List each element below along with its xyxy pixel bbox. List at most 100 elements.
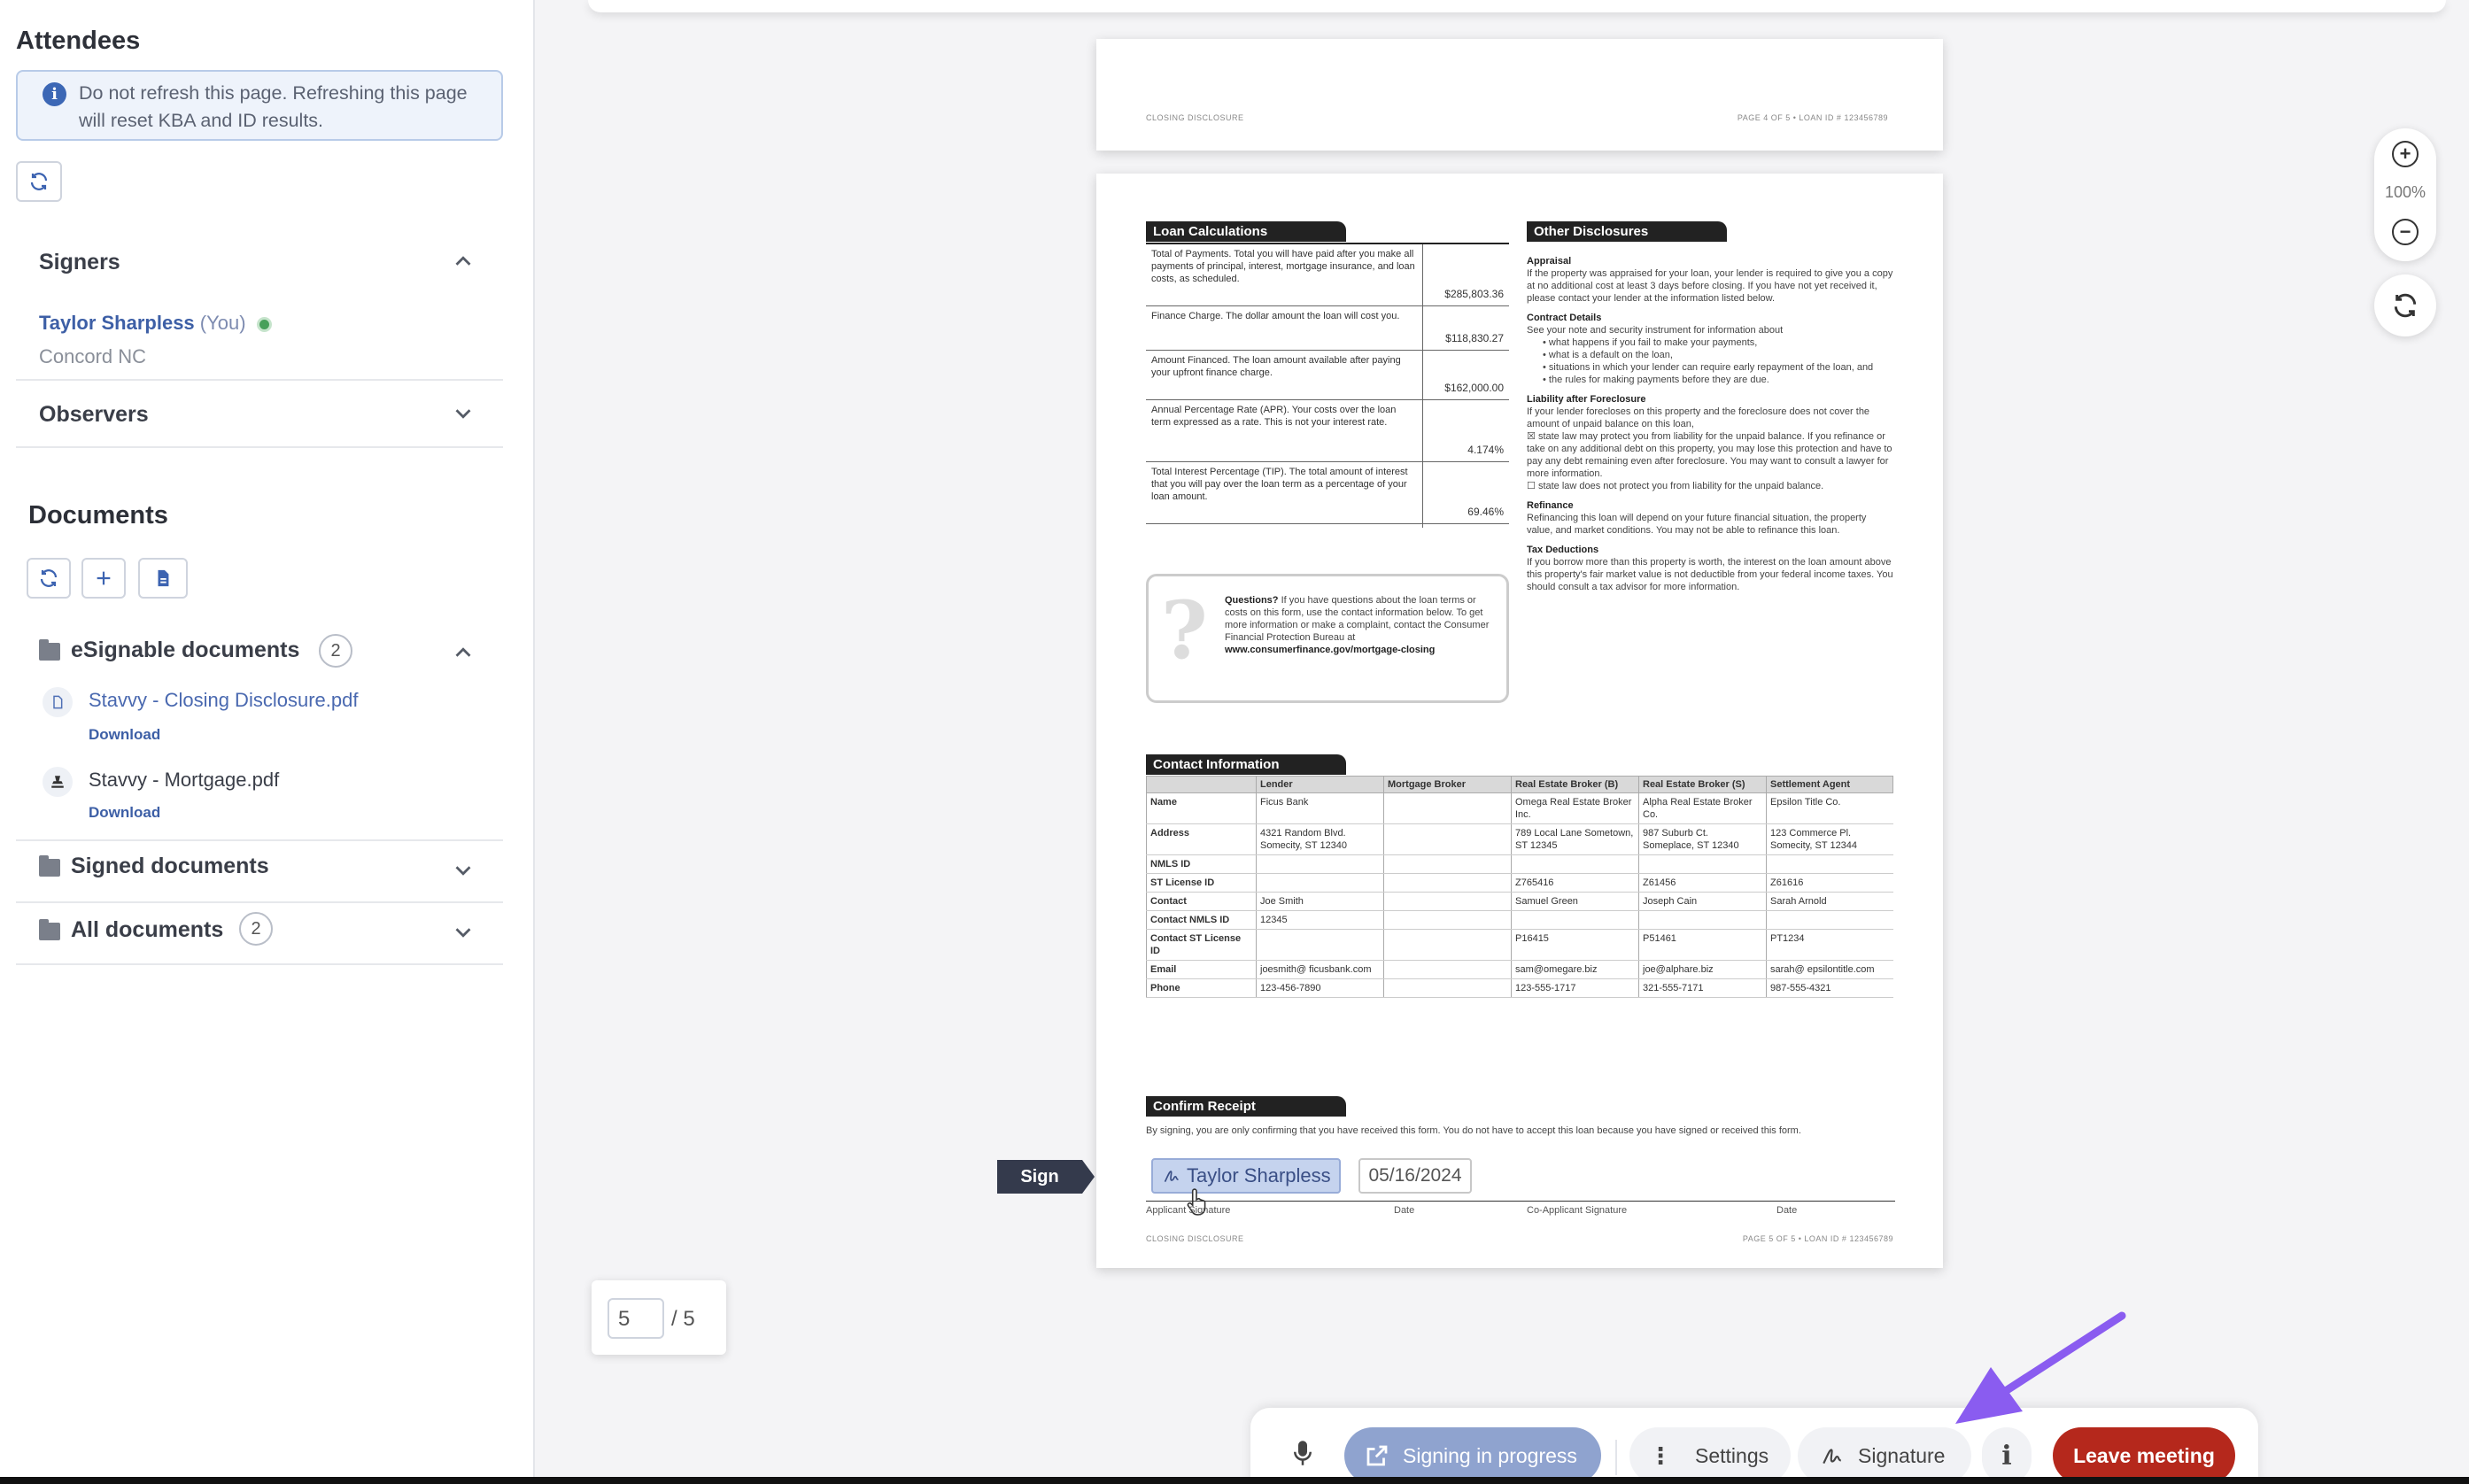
row-label: NMLS ID <box>1146 854 1257 874</box>
settings-button[interactable]: ⋮ Settings <box>1629 1427 1791 1484</box>
table-cell <box>1638 910 1767 930</box>
row-label: ST License ID <box>1146 873 1257 893</box>
rotate-button[interactable] <box>2374 274 2436 336</box>
zoom-controls: + 100% − <box>2374 128 2436 261</box>
add-document-button[interactable] <box>81 558 126 599</box>
table-cell <box>1383 910 1512 930</box>
row-label: Email <box>1146 960 1257 979</box>
table-cell: PT1234 <box>1766 929 1893 961</box>
refresh-attendees-button[interactable] <box>16 161 62 202</box>
page-navigator: 5 / 5 <box>592 1280 726 1355</box>
page-total: / 5 <box>671 1307 695 1331</box>
table-cell: Alpha Real Estate Broker Co. <box>1638 792 1767 824</box>
chevron-up-icon[interactable] <box>450 639 476 666</box>
all-count-badge: 2 <box>239 912 273 946</box>
table-cell: Joe Smith <box>1256 892 1384 911</box>
table-cell: 987 Suburb Ct. Someplace, ST 12340 <box>1638 823 1767 855</box>
table-cell: joe@alphare.biz <box>1638 960 1767 979</box>
loan-calculations-table: Total of Payments. Total you will have p… <box>1146 243 1509 528</box>
signed-document-icon <box>43 767 73 797</box>
refresh-documents-button[interactable] <box>27 558 71 599</box>
table-cell: Z61456 <box>1638 873 1767 893</box>
loan-calculations-heading: Loan Calculations <box>1146 221 1346 242</box>
page-footer-right: PAGE 5 OF 5 • LOAN ID # 123456789 <box>1742 1234 1893 1243</box>
signer-taylor: Taylor Sharpless (You) <box>39 312 272 335</box>
signature-icon <box>1164 1171 1179 1183</box>
document-icon <box>43 687 73 717</box>
signing-status-label: Signing in progress <box>1403 1443 1577 1467</box>
table-row: Phone 123-456-7890 123-555-1717 321-555-717… <box>1146 978 1893 998</box>
sign-here-tag[interactable]: Sign <box>997 1160 1095 1194</box>
download-link[interactable]: Download <box>89 726 160 744</box>
chevron-down-icon[interactable] <box>450 919 476 946</box>
table-cell <box>1256 854 1384 874</box>
table-row: Contact Joe Smith Samuel Green Joseph Cain S… <box>1146 892 1893 911</box>
external-link-icon <box>1366 1445 1388 1466</box>
checked-box-icon: ☒ <box>1527 431 1536 442</box>
date-field[interactable]: 05/16/2024 <box>1358 1158 1472 1194</box>
table-cell <box>1383 792 1512 824</box>
documents-heading: Documents <box>28 501 168 529</box>
document-page-4: CLOSING DISCLOSURE PAGE 4 OF 5 • LOAN ID… <box>1096 39 1943 151</box>
screen-edge <box>0 1477 2469 1484</box>
signing-status-pill[interactable]: Signing in progress <box>1344 1427 1601 1484</box>
microphone-icon[interactable] <box>1293 1440 1312 1466</box>
cfpb-link[interactable]: www.consumerfinance.gov/mortgage-closing <box>1225 645 1435 655</box>
chevron-up-icon[interactable] <box>450 248 476 274</box>
sidebar: Attendees i Do not refresh this page. Re… <box>0 0 535 1484</box>
page-footer-right: PAGE 4 OF 5 • LOAN ID # 123456789 <box>1737 113 1888 122</box>
table-cell <box>1256 873 1384 893</box>
rotate-icon <box>2394 293 2417 318</box>
observers-heading[interactable]: Observers <box>39 402 149 428</box>
signature-button[interactable]: Signature <box>1798 1427 1971 1484</box>
questions-box: ? Questions? If you have questions about… <box>1146 574 1509 703</box>
table-cell: P51461 <box>1638 929 1767 961</box>
table-cell: 12345 <box>1256 910 1384 930</box>
signature-field-text: Taylor Sharpless <box>1187 1164 1331 1186</box>
signed-folder-label[interactable]: Signed documents <box>71 854 269 879</box>
divider <box>16 379 503 381</box>
zoom-level: 100% <box>2384 183 2426 201</box>
calc-row: Total Interest Percentage (TIP). The tot… <box>1146 462 1509 524</box>
table-row: Name Ficus Bank Omega Real Estate Broker I… <box>1146 792 1893 824</box>
esignable-folder-label[interactable]: eSignable documents <box>71 638 299 663</box>
table-cell: Z765416 <box>1511 873 1639 893</box>
upload-document-button[interactable] <box>138 558 188 599</box>
doc-mortgage-link[interactable]: Stavvy - Mortgage.pdf <box>89 769 279 792</box>
contact-information-heading: Contact Information <box>1146 754 1346 775</box>
sig-label: Date <box>1394 1205 1415 1216</box>
table-cell: Omega Real Estate Broker Inc. <box>1511 792 1639 824</box>
table-cell <box>1511 910 1639 930</box>
contact-information-table: Lender Mortgage Broker Real Estate Broke… <box>1146 776 1893 998</box>
table-cell <box>1256 929 1384 961</box>
table-cell <box>1638 854 1767 874</box>
attendees-heading: Attendees <box>16 27 141 55</box>
chevron-down-icon[interactable] <box>450 400 476 427</box>
table-cell: Epsilon Title Co. <box>1766 792 1893 824</box>
table-row: Contact NMLS ID 12345 <box>1146 910 1893 930</box>
info-button[interactable]: i <box>1982 1427 2032 1484</box>
settings-label: Settings <box>1695 1443 1769 1467</box>
row-label: Contact <box>1146 892 1257 911</box>
doc-closing-disclosure-link[interactable]: Stavvy - Closing Disclosure.pdf <box>89 689 358 712</box>
divider <box>16 446 503 448</box>
plus-icon <box>97 571 111 585</box>
calc-row: Annual Percentage Rate (APR). Your costs… <box>1146 400 1509 462</box>
all-folder-label[interactable]: All documents <box>71 917 223 943</box>
row-label: Contact ST License ID <box>1146 929 1257 961</box>
zoom-out-icon[interactable]: − <box>2392 219 2419 245</box>
chevron-down-icon[interactable] <box>450 857 476 884</box>
zoom-in-icon[interactable]: + <box>2392 141 2419 167</box>
table-cell <box>1383 823 1512 855</box>
signature-label: Signature <box>1858 1443 1946 1467</box>
leave-meeting-button[interactable]: Leave meeting <box>2053 1427 2235 1484</box>
table-cell: Ficus Bank <box>1256 792 1384 824</box>
download-link[interactable]: Download <box>89 804 160 822</box>
calc-row: Finance Charge. The dollar amount the lo… <box>1146 306 1509 351</box>
table-cell: joesmith@ ficusbank.com <box>1256 960 1384 979</box>
row-label: Address <box>1146 823 1257 855</box>
row-label: Name <box>1146 792 1257 824</box>
signature-field[interactable]: Taylor Sharpless <box>1151 1158 1341 1194</box>
page-number-input[interactable]: 5 <box>608 1298 664 1339</box>
table-cell <box>1383 873 1512 893</box>
